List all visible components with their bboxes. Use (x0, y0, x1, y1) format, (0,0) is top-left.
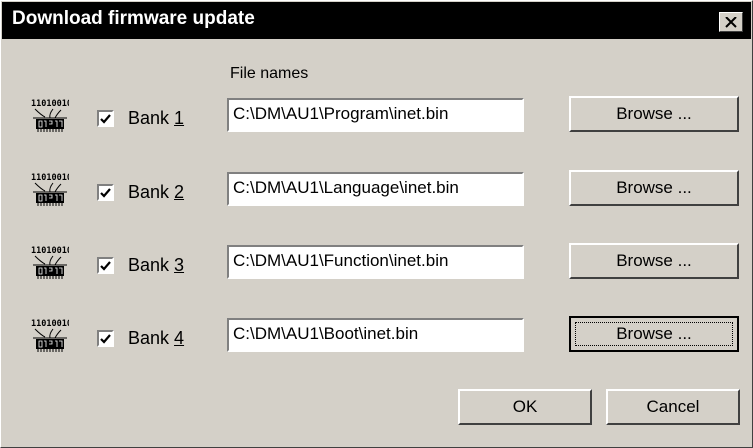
browse-button-label: Browse ... (616, 178, 692, 197)
browse-button-label: Browse ... (616, 104, 692, 123)
close-icon (725, 16, 737, 28)
bank-row: 11010010 Bank 2 C:\DM\AU1\Language\inet.… (1, 169, 753, 219)
browse-button[interactable]: Browse ... (569, 243, 739, 279)
chip-binary-text: 11010010 (31, 173, 69, 183)
bank-row: 11010010 Bank 3 C:\DM\AU1\Function\inet.… (1, 242, 753, 292)
browse-button[interactable]: Browse ... (569, 316, 739, 352)
bank-row: 11010010 Bank 4 C:\DM\AU1\Boot\inet.bin … (1, 315, 753, 365)
checkmark-icon (100, 113, 111, 124)
bank-label: Bank 4 (128, 328, 185, 348)
title-bar: Download firmware update (2, 2, 751, 39)
chip-binary-text: 11010010 (31, 319, 69, 329)
window-title: Download firmware update (12, 8, 255, 29)
firmware-chip-icon: 11010010 (31, 97, 72, 135)
bank-enable-checkbox[interactable] (97, 184, 114, 201)
bank-enable-checkbox[interactable] (97, 257, 114, 274)
chip-binary-text: 11010010 (31, 246, 69, 256)
bank-enable-checkbox[interactable] (97, 330, 114, 347)
firmware-chip-icon: 11010010 (31, 244, 72, 282)
bank-row: 11010010 Bank 1 C:\DM\AU1\Program\inet.b… (1, 95, 753, 145)
ok-button[interactable]: OK (458, 389, 592, 425)
firmware-chip-icon: 11010010 (31, 317, 72, 355)
bank-enable-checkbox[interactable] (97, 110, 114, 127)
firmware-chip-icon: 11010010 (31, 171, 72, 209)
firmware-dialog: Download firmware update File names 1101… (0, 0, 753, 448)
file-names-header: File names (230, 65, 309, 82)
cancel-button[interactable]: Cancel (606, 389, 740, 425)
focus-ring (575, 322, 733, 346)
chip-binary-text: 11010010 (31, 99, 69, 109)
checkmark-icon (100, 333, 111, 344)
close-button[interactable] (719, 12, 743, 32)
bank-label: Bank 2 (128, 182, 185, 202)
browse-button[interactable]: Browse ... (569, 96, 739, 132)
checkmark-icon (100, 187, 111, 198)
browse-button[interactable]: Browse ... (569, 170, 739, 206)
browse-button-label: Browse ... (616, 251, 692, 270)
file-path-input[interactable]: C:\DM\AU1\Function\inet.bin (227, 245, 524, 279)
checkmark-icon (100, 260, 111, 271)
bank-label: Bank 1 (128, 108, 185, 128)
file-path-input[interactable]: C:\DM\AU1\Program\inet.bin (227, 98, 524, 132)
file-path-input[interactable]: C:\DM\AU1\Language\inet.bin (227, 172, 524, 206)
bank-label: Bank 3 (128, 255, 185, 275)
file-path-input[interactable]: C:\DM\AU1\Boot\inet.bin (227, 318, 524, 352)
